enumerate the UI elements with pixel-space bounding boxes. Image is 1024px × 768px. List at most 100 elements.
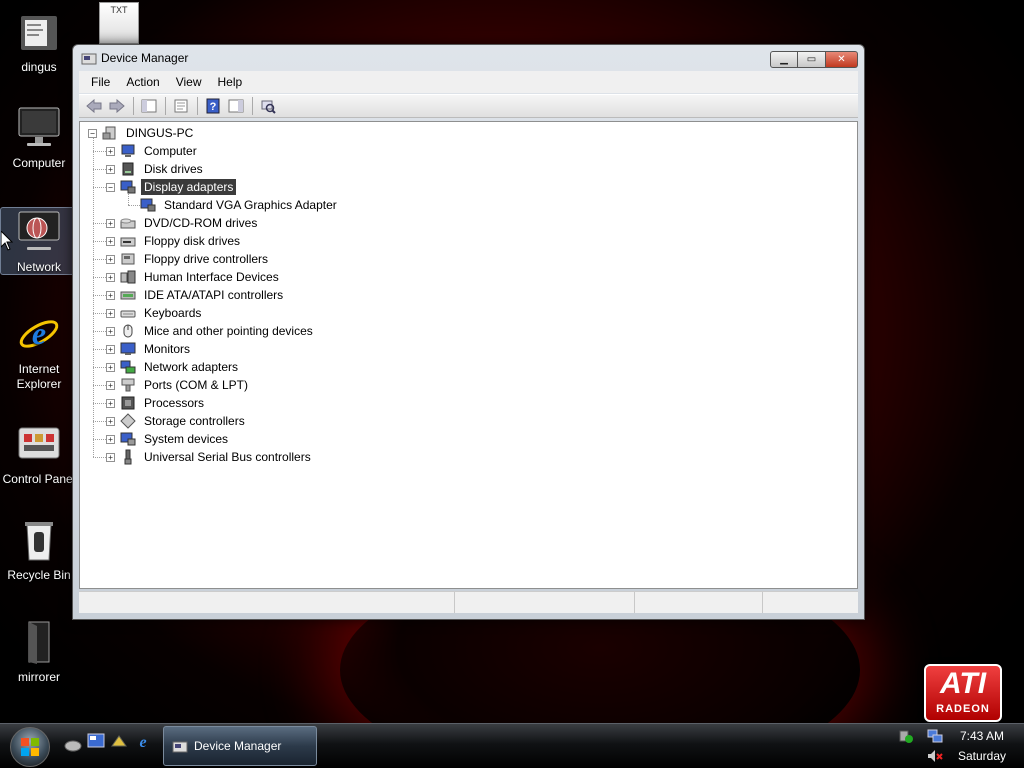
maximize-button[interactable]: ▭ (798, 51, 826, 68)
tree-category-row[interactable]: + Disk drives (106, 160, 206, 178)
user-folder-icon (21, 16, 57, 50)
tree-category-label: Human Interface Devices (144, 270, 279, 284)
close-button[interactable]: ✕ (826, 51, 858, 68)
expand-toggle[interactable]: + (106, 380, 115, 390)
scan-hardware-changes-button[interactable] (257, 96, 279, 116)
tree-category-row[interactable]: + Ports (COM & LPT) (106, 376, 251, 394)
title-bar[interactable]: Device Manager ▁ ▭ ✕ (73, 45, 864, 71)
collapse-toggle[interactable]: − (88, 128, 97, 138)
tree-category-row[interactable]: + Processors (106, 394, 207, 412)
expand-toggle[interactable]: + (106, 326, 115, 336)
expand-toggle[interactable]: + (106, 344, 115, 354)
expand-toggle[interactable]: + (106, 452, 115, 462)
tree-category-row[interactable]: + Floppy drive controllers (106, 250, 271, 268)
desktop-icon-label: Network (16, 260, 61, 274)
ati-logo-text: ATI (939, 667, 987, 700)
tree-category-row[interactable]: − Display adapters (106, 178, 237, 196)
forward-button[interactable] (106, 96, 128, 116)
expand-toggle[interactable]: + (106, 236, 115, 246)
menu-action[interactable]: Action (118, 73, 167, 91)
quicklaunch-tool-icon[interactable] (110, 732, 128, 750)
tree-connector (93, 138, 94, 457)
tree-device-row[interactable]: Standard VGA Graphics Adapter (140, 196, 340, 214)
expand-toggle[interactable]: + (106, 434, 115, 444)
properties-button[interactable] (170, 96, 192, 116)
txt-file-label: TXT (110, 5, 128, 15)
txt-file-icon[interactable]: TXT (99, 2, 139, 44)
tree-category-row[interactable]: + System devices (106, 430, 231, 448)
tree-category-row[interactable]: + Universal Serial Bus controllers (106, 448, 314, 466)
expand-toggle[interactable]: + (106, 164, 115, 174)
tree-connector (93, 331, 106, 332)
expand-toggle[interactable]: + (106, 290, 115, 300)
tree-category-row[interactable]: + Network adapters (106, 358, 241, 376)
quicklaunch-network-icon[interactable] (64, 736, 82, 754)
desktop-icon-internet-explorer[interactable]: e Internet Explorer (0, 310, 78, 392)
tree-category-row[interactable]: + DVD/CD-ROM drives (106, 214, 260, 232)
expand-toggle[interactable]: + (106, 416, 115, 426)
start-button[interactable] (10, 727, 50, 767)
collapse-toggle[interactable]: − (106, 182, 115, 192)
tree-category-row[interactable]: + Keyboards (106, 304, 204, 322)
tree-category-row[interactable]: + Computer (106, 142, 200, 160)
tree-category-label: Floppy disk drives (144, 234, 241, 248)
show-desktop-icon[interactable] (87, 732, 105, 750)
device-tree[interactable]: − DINGUS-PC + Computer + Disk drives − Displa… (79, 121, 858, 589)
tray-security-icon[interactable] (898, 728, 914, 744)
expand-toggle[interactable]: + (106, 308, 115, 318)
taskbar-device-manager-button[interactable]: Device Manager (163, 726, 317, 766)
tree-connector (93, 349, 106, 350)
expand-toggle[interactable]: + (106, 272, 115, 282)
window-controls: ▁ ▭ ✕ (770, 51, 858, 68)
network-globe-icon (18, 211, 60, 250)
tray-network-icon[interactable] (927, 728, 943, 744)
menu-view[interactable]: View (168, 73, 210, 91)
toolbar-separator (133, 97, 134, 115)
menu-help[interactable]: Help (210, 73, 251, 91)
tree-category-row[interactable]: + Human Interface Devices (106, 268, 282, 286)
help-button[interactable]: ? (202, 96, 224, 116)
menu-file[interactable]: File (83, 73, 118, 91)
tree-connector (93, 187, 106, 188)
desktop-icon-computer[interactable]: Computer (0, 104, 78, 171)
expand-toggle[interactable]: + (106, 398, 115, 408)
expand-toggle[interactable]: + (106, 218, 115, 228)
tray-volume-muted-icon[interactable] (927, 748, 943, 764)
tree-category-row[interactable]: + Floppy disk drives (106, 232, 243, 250)
expand-toggle[interactable]: + (106, 254, 115, 264)
keyboard-icon (120, 310, 136, 318)
console-tree-icon (141, 99, 157, 113)
desktop-icon-label: Control Panel (2, 472, 76, 486)
back-button[interactable] (83, 96, 105, 116)
tree-root-row[interactable]: − DINGUS-PC (88, 124, 196, 142)
action-pane-button[interactable] (225, 96, 247, 116)
tree-root-label: DINGUS-PC (126, 126, 194, 140)
tree-category-row[interactable]: + Mice and other pointing devices (106, 322, 316, 340)
expand-toggle[interactable]: + (106, 362, 115, 372)
pc-icon (102, 126, 116, 140)
tree-category-label: Disk drives (144, 162, 203, 176)
taskbar-button-label: Device Manager (194, 739, 282, 753)
tree-category-row[interactable]: + Storage controllers (106, 412, 248, 430)
desktop-icon-control-panel[interactable]: Control Panel (0, 420, 78, 487)
device-manager-icon (81, 53, 97, 65)
svg-text:?: ? (210, 101, 217, 113)
minimize-button[interactable]: ▁ (770, 51, 798, 68)
tree-category-row[interactable]: + IDE ATA/ATAPI controllers (106, 286, 286, 304)
status-cell-main (79, 592, 455, 613)
show-hide-console-tree-button[interactable] (138, 96, 160, 116)
ati-radeon-logo: ATI RADEON (924, 664, 1002, 722)
desktop-icon-dingus[interactable]: dingus (0, 8, 78, 75)
system-clock[interactable]: 7:43 AM Saturday (950, 726, 1014, 766)
desktop-icon-recycle-bin[interactable]: Recycle Bin (0, 516, 78, 583)
storage-controller-icon (120, 413, 136, 429)
desktop-icon-mirrorer[interactable]: mirrorer (0, 618, 78, 685)
computer-icon (121, 144, 135, 157)
tree-category-label: Ports (COM & LPT) (144, 378, 249, 392)
tree-category-label: Network adapters (144, 360, 239, 374)
device-manager-window[interactable]: Device Manager ▁ ▭ ✕ File Action View He… (72, 44, 865, 620)
tree-category-row[interactable]: + Monitors (106, 340, 193, 358)
processor-icon (121, 396, 135, 410)
expand-toggle[interactable]: + (106, 146, 115, 156)
quicklaunch-ie-icon[interactable]: e (134, 732, 152, 750)
